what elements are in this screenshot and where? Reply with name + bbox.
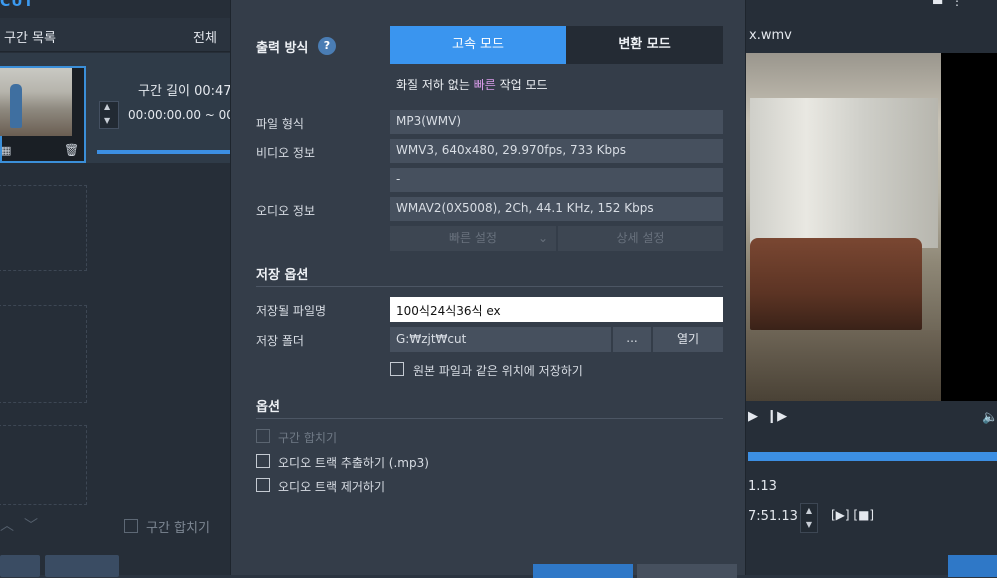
divider xyxy=(256,286,723,287)
cancel-button[interactable] xyxy=(637,564,737,578)
empty-segment-slot xyxy=(0,185,87,271)
mode-description: 화질 저하 없는 빠른 작업 모드 xyxy=(396,76,548,93)
volume-icon[interactable]: 🔈 xyxy=(982,410,997,425)
video-info-label: 비디오 정보 xyxy=(256,146,316,160)
chevron-down-icon[interactable]: ▼ xyxy=(104,116,110,125)
divider xyxy=(256,418,723,419)
merge-segments-checkbox[interactable] xyxy=(124,519,138,533)
audio-info-label: 오디오 정보 xyxy=(256,204,316,218)
segment-time-range: 00:00:00.00 ~ 00: xyxy=(128,108,238,122)
save-button[interactable] xyxy=(948,555,997,577)
play-stop-controls[interactable]: [▶] [■] xyxy=(831,508,874,522)
preview-filename: x.wmv xyxy=(749,28,792,43)
move-arrows-icon[interactable]: ︿﹀ xyxy=(0,515,48,535)
time-stepper[interactable]: ▲ ▼ xyxy=(800,503,818,533)
save-folder-input[interactable]: G:₩zjt₩cut xyxy=(390,327,611,352)
chevron-down-icon: ⌄ xyxy=(537,231,548,245)
same-location-label: 원본 파일과 같은 위치에 저장하기 xyxy=(413,364,583,378)
mode-description-highlight: 빠른 xyxy=(473,78,496,92)
confirm-button[interactable] xyxy=(533,564,633,578)
extract-audio-checkbox[interactable] xyxy=(256,454,270,468)
remove-audio-label: 오디오 트랙 제거하기 xyxy=(278,480,385,494)
segment-length: 구간 길이 00:47 xyxy=(138,84,232,99)
segment-list-title: 구간 목록 xyxy=(4,31,56,46)
save-folder-label: 저장 폴더 xyxy=(256,334,304,348)
segment-list-all[interactable]: 전체 xyxy=(193,27,217,46)
video-frame-sofa xyxy=(750,238,922,330)
video-info-value-2: - xyxy=(390,168,723,192)
browse-folder-button[interactable]: ... xyxy=(613,327,651,352)
merge-option-label: 구간 합치기 xyxy=(278,431,338,445)
current-time: 1.13 xyxy=(748,479,777,494)
window-controls[interactable]: ▬ ⋮ xyxy=(932,0,963,8)
file-format-label: 파일 형식 xyxy=(256,117,304,131)
thumbnail-figure xyxy=(10,84,22,128)
save-filename-label: 저장될 파일명 xyxy=(256,304,327,318)
options-title: 옵션 xyxy=(256,400,280,415)
trash-icon[interactable]: 🗑 xyxy=(64,143,79,157)
mode-description-b: 작업 모드 xyxy=(495,78,548,92)
open-folder-button[interactable]: 열기 xyxy=(653,327,723,352)
end-time: 7:51.13 xyxy=(748,509,798,524)
merge-option-checkbox[interactable] xyxy=(256,429,270,443)
app-logo: CUT xyxy=(0,0,35,10)
video-frame-floor xyxy=(738,330,941,401)
mode-description-a: 화질 저하 없는 xyxy=(396,78,474,92)
remove-audio-checkbox[interactable] xyxy=(256,478,270,492)
film-button[interactable] xyxy=(45,555,119,577)
detail-settings-button[interactable]: 상세 설정 xyxy=(558,226,723,251)
quick-settings-label: 빠른 설정 xyxy=(449,231,497,245)
merge-segments-label: 구간 합치기 xyxy=(146,521,210,536)
convert-mode-button[interactable]: 변환 모드 xyxy=(566,26,723,64)
empty-segment-slot xyxy=(0,425,87,505)
chevron-up-icon[interactable]: ▲ xyxy=(104,102,110,111)
refresh-button[interactable] xyxy=(0,555,40,577)
output-mode-label: 출력 방식 xyxy=(256,41,309,56)
video-info-value: WMV3, 640x480, 29.970fps, 733 Kbps xyxy=(390,139,723,163)
extract-audio-label: 오디오 트랙 추출하기 (.mp3) xyxy=(278,456,429,470)
empty-segment-slot xyxy=(0,305,87,403)
audio-info-value: WMAV2(0X5008), 2Ch, 44.1 KHz, 152 Kbps xyxy=(390,197,723,221)
fast-mode-button[interactable]: 고속 모드 xyxy=(390,26,566,64)
play-icon[interactable]: ▶ ❙▶ xyxy=(748,409,787,424)
segment-progress-bar xyxy=(97,150,230,154)
playback-progress-bar[interactable] xyxy=(748,452,997,461)
grid-icon[interactable]: ▦ xyxy=(1,145,13,157)
same-location-checkbox[interactable] xyxy=(390,362,404,376)
video-letterbox xyxy=(941,53,997,401)
file-format-value: MP3(WMV) xyxy=(390,110,723,134)
quick-settings-dropdown[interactable]: 빠른 설정 ⌄ xyxy=(390,226,556,251)
save-options-title: 저장 옵션 xyxy=(256,268,309,283)
video-frame-window xyxy=(750,98,938,248)
help-icon[interactable]: ? xyxy=(318,37,336,55)
save-filename-input[interactable]: 100식24식36식 ex xyxy=(390,297,723,322)
